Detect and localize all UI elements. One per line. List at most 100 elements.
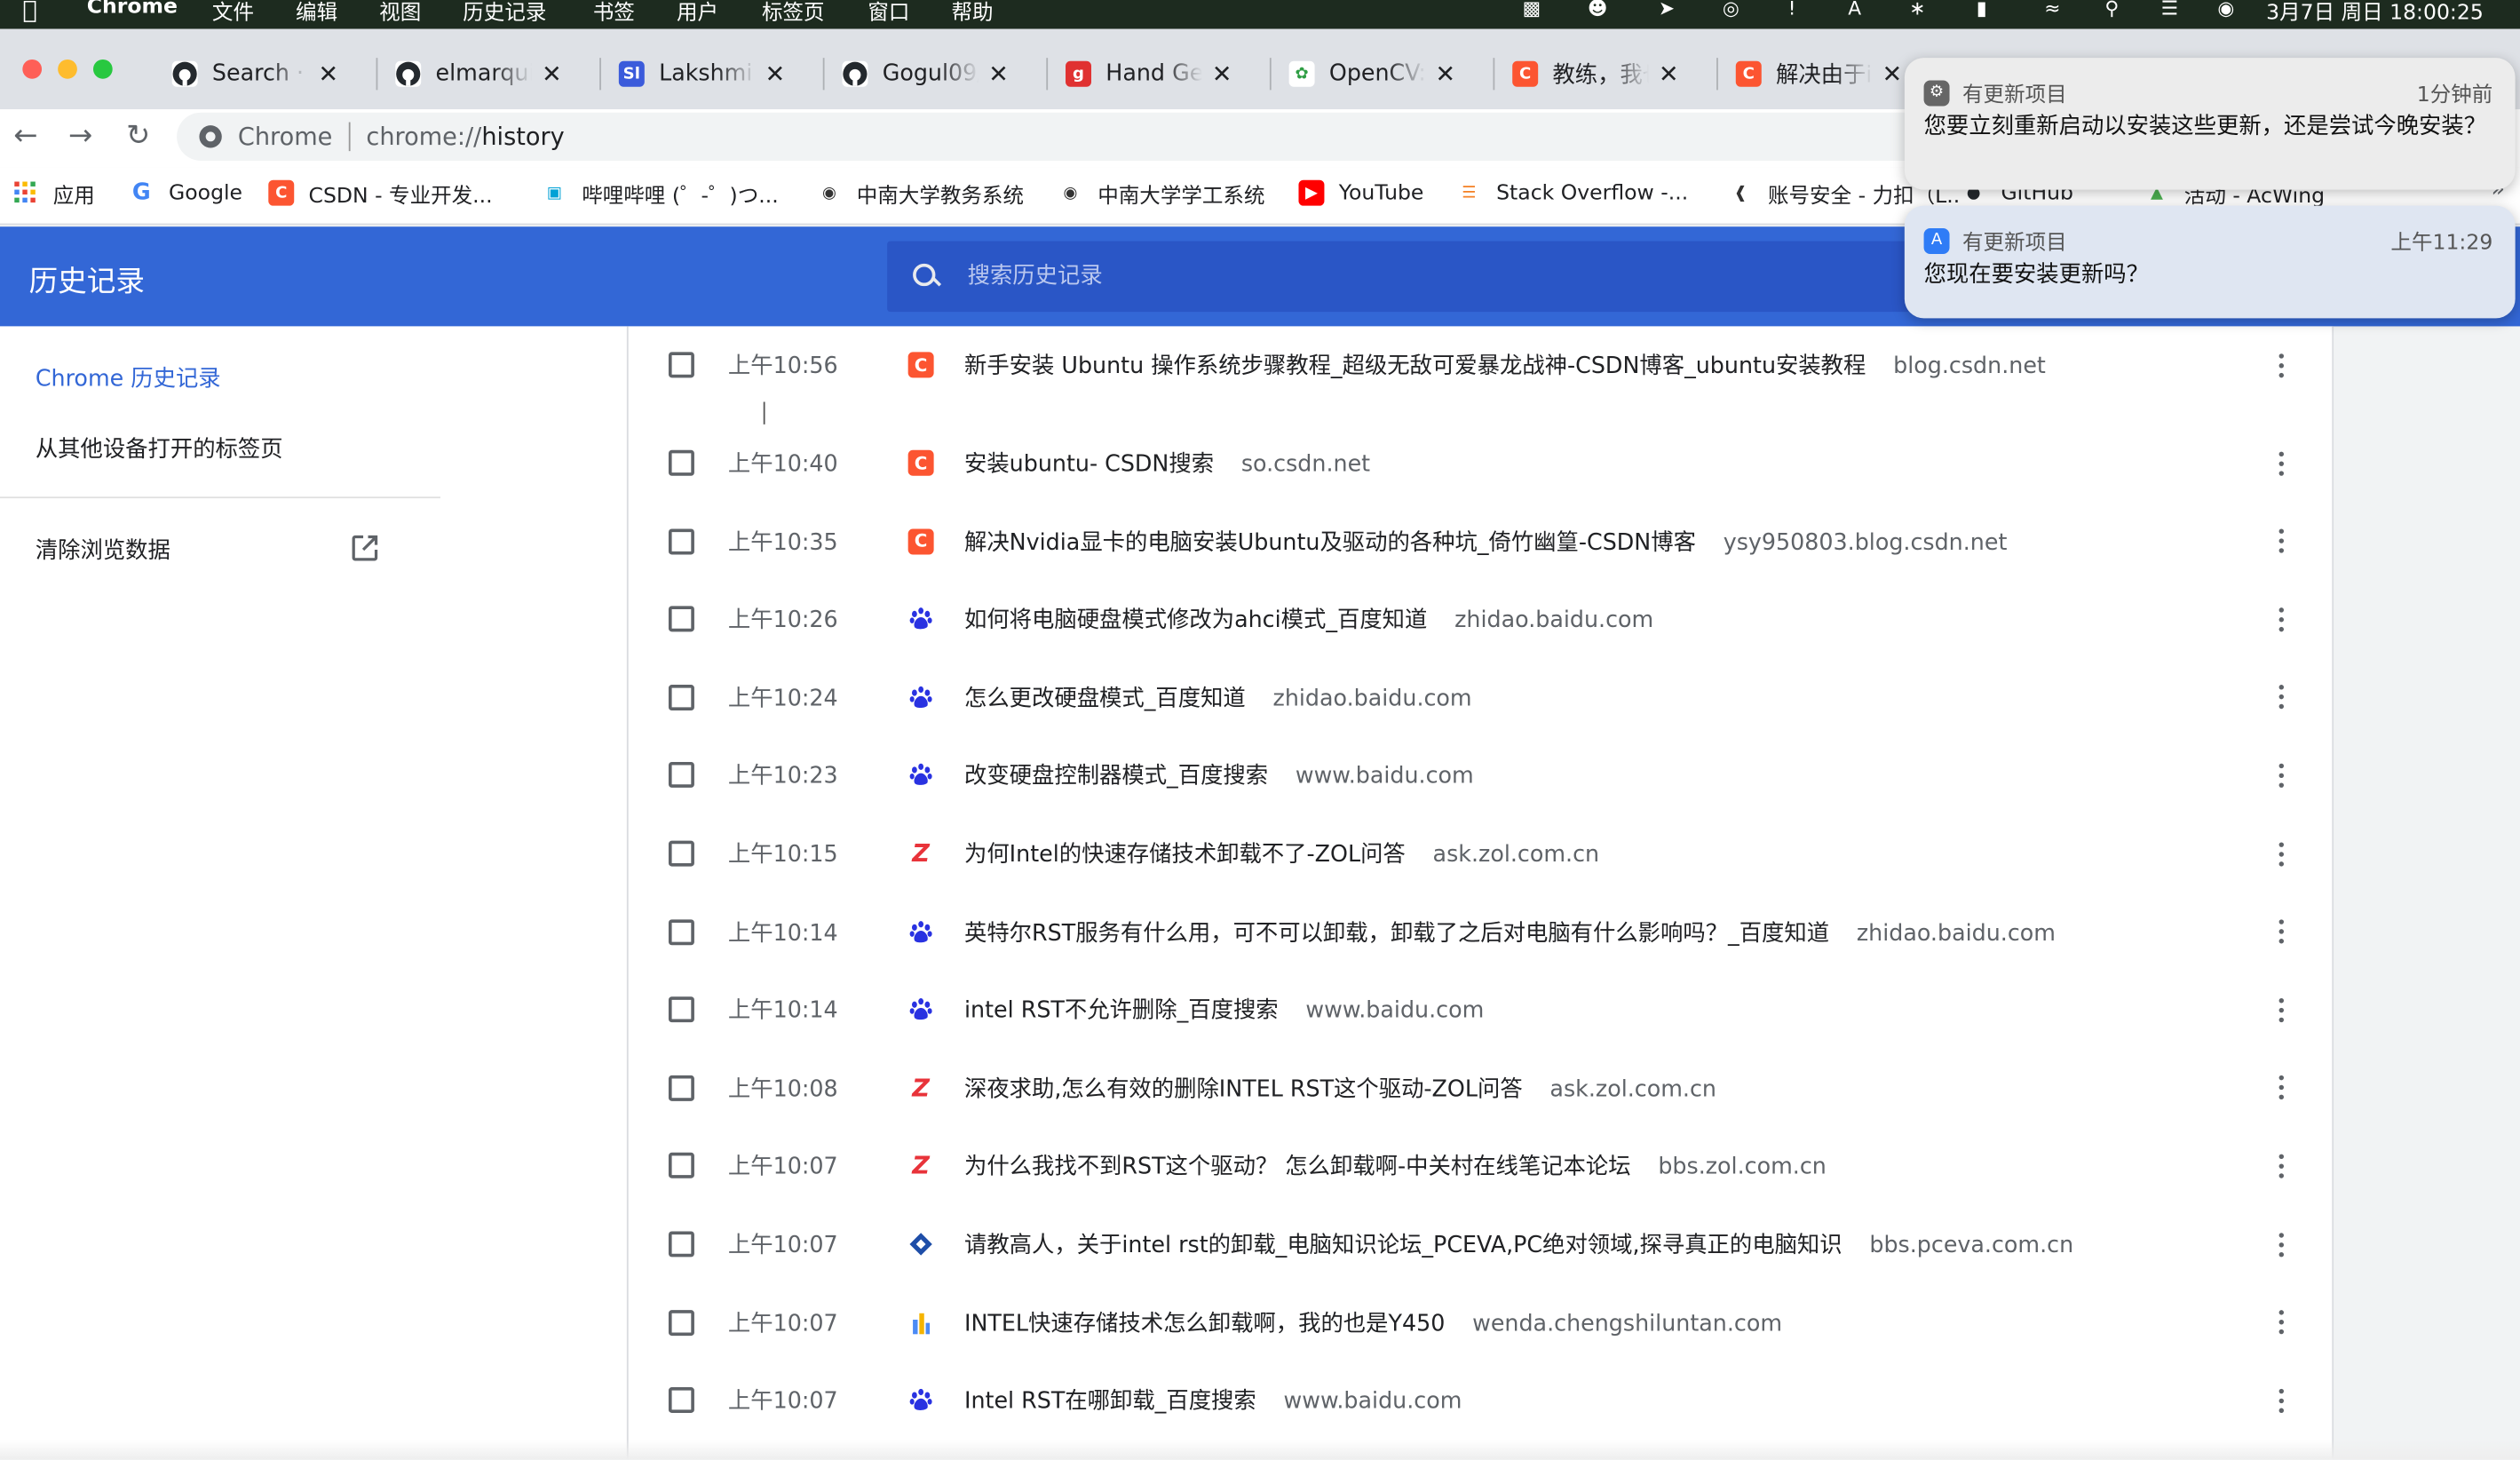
history-title[interactable]: 为什么我找不到RST这个驱动？ 怎么卸载啊-中关村在线笔记本论坛 — [964, 1155, 1631, 1180]
external-link-icon[interactable] — [351, 534, 380, 563]
menu-window[interactable]: 窗口 — [868, 0, 909, 26]
menu-file[interactable]: 文件 — [212, 0, 254, 26]
wifi-icon[interactable]: ≈ — [2041, 0, 2064, 20]
history-row[interactable]: 上午10:08 Z 深夜求助,怎么有效的删除INTEL RST这个驱动-ZOL问… — [629, 1050, 2335, 1127]
history-title[interactable]: 改变硬盘控制器模式_百度搜索 — [964, 764, 1268, 790]
history-row[interactable]: 上午10:14 英特尔RST服务有什么用，可不可以卸载，卸载了之后对电脑有什么影… — [629, 893, 2335, 971]
history-link[interactable]: Intel RST在哪卸载_百度搜索 www.baidu.com — [964, 1385, 1462, 1416]
history-link[interactable]: INTEL快速存储技术怎么卸载啊，我的也是Y450 wenda.chengshil… — [964, 1306, 1782, 1338]
bookmark-item[interactable]: C CSDN - 专业开发... — [268, 179, 493, 208]
history-row[interactable]: 上午10:56 C 新手安装 Ubuntu 操作系统步骤教程_超级无敌可爱暴龙战… — [629, 326, 2335, 403]
sidebar-item-chrome-history[interactable]: Chrome 历史记录 — [36, 361, 221, 393]
close-tab-icon[interactable]: ✕ — [1659, 60, 1679, 89]
menu-app-name[interactable]: Chrome — [87, 0, 178, 20]
bookmark-item[interactable]: ▣ 哔哩哔哩 (゜-゜)つ... — [541, 179, 779, 208]
close-window-button[interactable] — [22, 59, 43, 79]
history-link[interactable]: 请教高人，关于intel rst的卸载_电脑知识论坛_PCEVA,PC绝对领域,… — [964, 1228, 2073, 1260]
search-input[interactable] — [967, 263, 1852, 290]
history-title[interactable]: 为何Intel的快速存储技术卸载不了-ZOL问答 — [964, 842, 1406, 868]
close-tab-icon[interactable]: ✕ — [1435, 60, 1455, 89]
close-tab-icon[interactable]: ✕ — [988, 60, 1009, 89]
send-icon[interactable]: ➤ — [1655, 0, 1677, 20]
close-tab-icon[interactable]: ✕ — [1212, 60, 1232, 89]
history-link[interactable]: 解决Nvidia显卡的电脑安装Ubuntu及驱动的各种坑_倚竹幽篁-CSDN博客… — [964, 525, 2007, 557]
history-title[interactable]: 怎么更改硬盘模式_百度知道 — [964, 686, 1246, 712]
more-actions-icon[interactable] — [2268, 1072, 2294, 1104]
more-actions-icon[interactable] — [2268, 447, 2294, 479]
row-checkbox[interactable] — [668, 449, 694, 476]
input-method-icon[interactable]: A — [1843, 0, 1866, 20]
notification-install-update[interactable]: A 有更新项目 上午11:29 您现在要安装更新吗？ — [1904, 205, 2516, 319]
history-link[interactable]: 如何将电脑硬盘模式修改为ahci模式_百度知道 zhidao.baidu.com — [964, 603, 1653, 635]
more-actions-icon[interactable] — [2268, 759, 2294, 791]
tab[interactable]: elmarquis/Leap ✕ — [395, 52, 562, 97]
more-actions-icon[interactable] — [2268, 681, 2294, 713]
history-title[interactable]: 英特尔RST服务有什么用，可不可以卸载，卸载了之后对电脑有什么影响吗？_百度知道 — [964, 920, 1829, 946]
history-link[interactable]: 怎么更改硬盘模式_百度知道 zhidao.baidu.com — [964, 681, 1472, 713]
close-tab-icon[interactable]: ✕ — [1882, 60, 1903, 89]
menu-bookmarks[interactable]: 书签 — [593, 0, 635, 26]
history-link[interactable]: 深夜求助,怎么有效的删除INTEL RST这个驱动-ZOL问答 ask.zol.c… — [964, 1072, 1716, 1104]
history-row[interactable]: 上午10:35 C 解决Nvidia显卡的电脑安装Ubuntu及驱动的各种坑_倚… — [629, 503, 2335, 580]
history-row[interactable]: 上午10:23 改变硬盘控制器模式_百度搜索 www.baidu.com — [629, 737, 2335, 814]
row-checkbox[interactable] — [668, 1075, 694, 1101]
sidebar-item-other-devices[interactable]: 从其他设备打开的标签页 — [36, 432, 283, 464]
back-arrow-icon[interactable]: ← — [10, 118, 42, 152]
history-row[interactable]: 上午10:07 INTEL快速存储技术怎么卸载啊，我的也是Y450 wenda.c… — [629, 1283, 2335, 1361]
minimize-window-button[interactable] — [58, 59, 77, 79]
bookmark-item[interactable]: ◉ 中南大学学工系统 — [1057, 179, 1264, 208]
bookmark-item[interactable]: ▶ YouTube — [1298, 179, 1423, 208]
history-title[interactable]: 解决Nvidia显卡的电脑安装Ubuntu及驱动的各种坑_倚竹幽篁-CSDN博客 — [964, 530, 1696, 556]
row-checkbox[interactable] — [668, 918, 694, 945]
forward-arrow-icon[interactable]: → — [64, 118, 96, 152]
history-title[interactable]: 安装ubuntu- CSDN搜索 — [964, 452, 1214, 478]
tab[interactable]: Gogul09/gesture ✕ — [842, 52, 1009, 97]
history-title[interactable]: 新手安装 Ubuntu 操作系统步骤教程_超级无敌可爱暴龙战神-CSDN博客_u… — [964, 353, 1866, 379]
tab[interactable]: Search · github ✕ — [171, 52, 338, 97]
row-checkbox[interactable] — [668, 528, 694, 554]
tab[interactable]: Sl Lakshmi Narayanan ✕ — [618, 52, 785, 97]
zoom-window-button[interactable] — [92, 59, 113, 79]
status-icon[interactable]: ◎ — [1720, 0, 1742, 20]
reload-icon[interactable]: ↻ — [123, 118, 155, 152]
row-checkbox[interactable] — [668, 996, 694, 1023]
menu-history[interactable]: 历史记录 — [463, 0, 546, 26]
more-actions-icon[interactable] — [2268, 1306, 2294, 1338]
tab[interactable]: C 解决由于intel ✕ — [1735, 52, 1903, 97]
tab[interactable]: C 教练，我也想 ✕ — [1512, 52, 1679, 97]
history-link[interactable]: 为何Intel的快速存储技术卸载不了-ZOL问答 ask.zol.com.cn — [964, 837, 1599, 869]
history-row[interactable]: 上午10:24 怎么更改硬盘模式_百度知道 zhidao.baidu.com — [629, 659, 2335, 736]
bluetooth-icon[interactable]: ∗ — [1906, 0, 1929, 20]
menu-people[interactable]: 用户 — [677, 0, 718, 26]
status-icon[interactable]: ☻ — [1586, 0, 1608, 20]
history-link[interactable]: 为什么我找不到RST这个驱动？ 怎么卸载啊-中关村在线笔记本论坛 bbs.zol.… — [964, 1150, 1827, 1182]
more-actions-icon[interactable] — [2268, 349, 2294, 381]
row-checkbox[interactable] — [668, 762, 694, 789]
search-icon[interactable]: ⚲ — [2101, 0, 2123, 20]
clear-browsing-data-link[interactable]: 清除浏览数据 — [36, 534, 170, 566]
history-row[interactable]: 上午10:40 C 安装ubuntu- CSDN搜索 so.csdn.net — [629, 425, 2335, 502]
row-checkbox[interactable] — [668, 684, 694, 710]
row-checkbox[interactable] — [668, 1231, 694, 1258]
menu-tab[interactable]: 标签页 — [762, 0, 825, 26]
history-row[interactable]: 上午10:07 Z 为什么我找不到RST这个驱动？ 怎么卸载啊-中关村在线笔记本… — [629, 1128, 2335, 1205]
history-link[interactable]: 安装ubuntu- CSDN搜索 so.csdn.net — [964, 447, 1370, 479]
row-checkbox[interactable] — [668, 840, 694, 867]
address-bar[interactable]: Chrome chrome:// history — [177, 112, 1945, 161]
more-actions-icon[interactable] — [2268, 916, 2294, 948]
row-checkbox[interactable] — [668, 606, 694, 632]
apple-icon[interactable]:  — [22, 0, 36, 24]
history-link[interactable]: 改变硬盘控制器模式_百度搜索 www.baidu.com — [964, 759, 1474, 791]
row-checkbox[interactable] — [668, 1309, 694, 1336]
history-link[interactable]: intel RST不允许删除_百度搜索 www.baidu.com — [964, 994, 1484, 1026]
bookmark-item[interactable]: 应用 — [12, 179, 95, 208]
bookmark-item[interactable]: ◉ 中南大学教务系统 — [816, 179, 1024, 208]
history-title[interactable]: Intel RST在哪卸载_百度搜索 — [964, 1389, 1256, 1415]
history-title[interactable]: 请教高人，关于intel rst的卸载_电脑知识论坛_PCEVA,PC绝对领域,… — [964, 1233, 1842, 1258]
bookmark-item[interactable]: ☰ Stack Overflow -... — [1455, 179, 1688, 208]
status-icon[interactable]: ! — [1780, 0, 1803, 20]
close-tab-icon[interactable]: ✕ — [318, 60, 338, 89]
menubar-clock[interactable]: 3月7日 周日 18:00:25 — [2266, 0, 2484, 26]
notification-restart-update[interactable]: ⚙ 有更新项目 1分钟前 您要立刻重新启动以安装这些更新，还是尝试今晚安装？ — [1904, 58, 2516, 190]
history-title[interactable]: 深夜求助,怎么有效的删除INTEL RST这个驱动-ZOL问答 — [964, 1076, 1523, 1102]
